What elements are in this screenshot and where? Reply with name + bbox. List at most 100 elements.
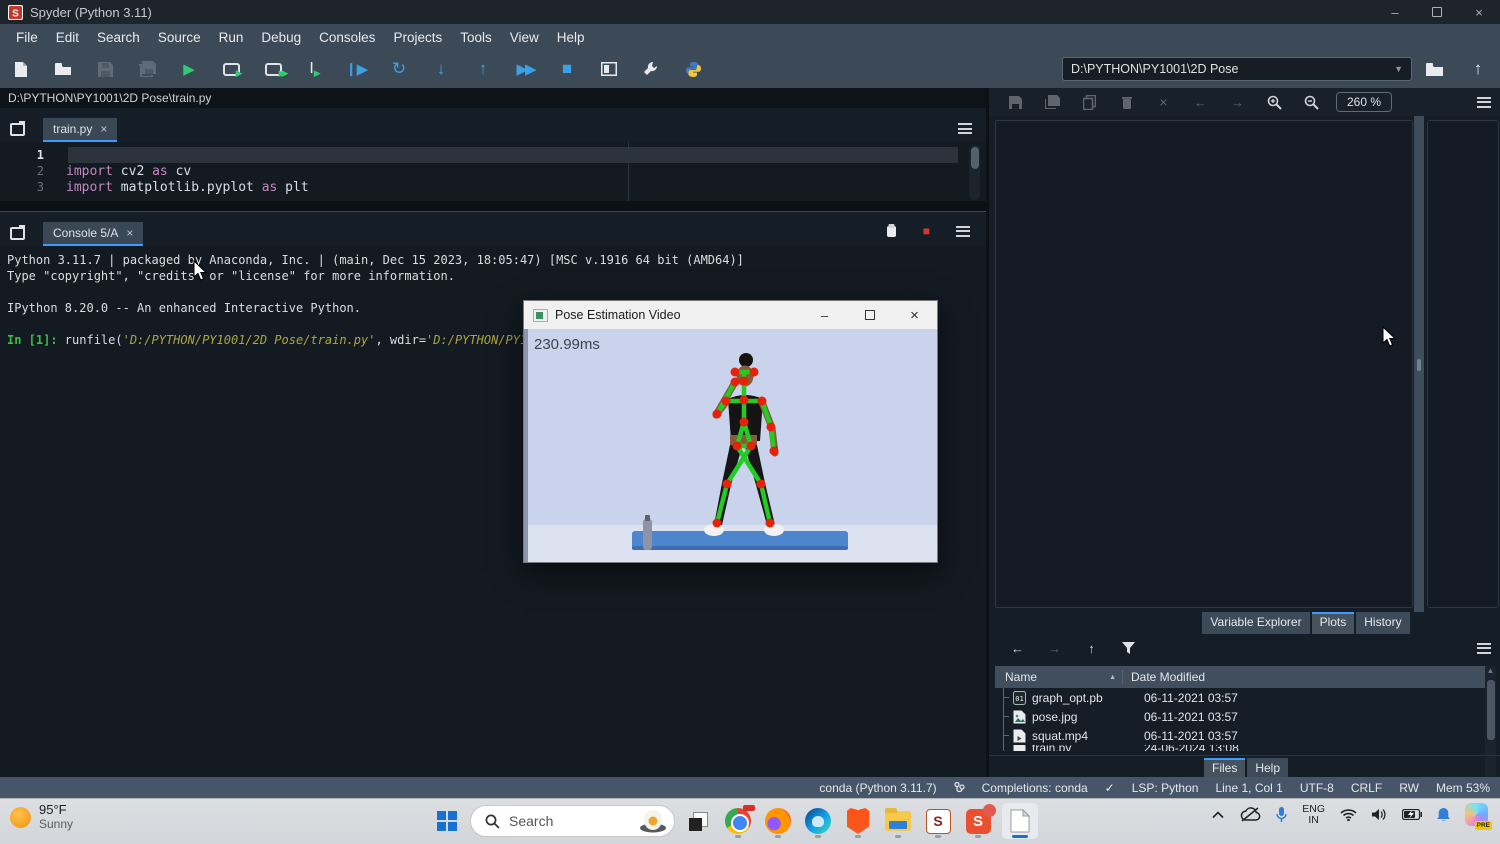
start-button[interactable] xyxy=(430,803,464,839)
window-close-button[interactable]: × xyxy=(1458,0,1500,24)
window-restore-button[interactable] xyxy=(1416,0,1458,24)
previous-plot-icon: ← xyxy=(1182,88,1219,116)
svg-text:S: S xyxy=(12,8,19,19)
maximize-pane-icon[interactable] xyxy=(588,50,630,88)
tab-help[interactable]: Help xyxy=(1247,758,1288,777)
file-row-squat-mp4[interactable]: squat.mp4 06-11-2021 03:57 xyxy=(995,726,1475,745)
tab-files[interactable]: Files xyxy=(1204,758,1245,777)
pane-splitter[interactable] xyxy=(0,201,986,212)
speaker-icon[interactable] xyxy=(1372,808,1387,821)
menu-file[interactable]: File xyxy=(7,30,47,45)
plots-body xyxy=(989,116,1500,612)
menu-projects[interactable]: Projects xyxy=(384,30,451,45)
menu-debug[interactable]: Debug xyxy=(252,30,310,45)
run-selection-icon[interactable]: I▶ xyxy=(294,50,336,88)
firefox-taskbar-button[interactable] xyxy=(761,803,795,839)
pose-maximize-button[interactable] xyxy=(847,301,892,329)
file-row-pose-jpg[interactable]: pose.jpg 06-11-2021 03:57 xyxy=(995,707,1475,726)
status-interpreter[interactable]: conda (Python 3.11.7) xyxy=(819,781,936,795)
sublime-icon: S xyxy=(966,809,991,834)
sublime-taskbar-button[interactable]: S xyxy=(961,803,995,839)
file-row-graph-opt[interactable]: 01 graph_opt.pb 06-11-2021 03:57 xyxy=(995,688,1475,707)
chrome-taskbar-button[interactable] xyxy=(721,803,755,839)
weather-widget[interactable]: 95°F Sunny xyxy=(10,803,73,831)
files-back-icon[interactable]: ← xyxy=(999,634,1036,662)
remove-variables-icon[interactable] xyxy=(886,224,897,238)
menu-run[interactable]: Run xyxy=(210,30,253,45)
files-options-icon[interactable] xyxy=(1477,643,1491,654)
preferences-wrench-icon[interactable] xyxy=(630,50,672,88)
menu-search[interactable]: Search xyxy=(88,30,149,45)
continue-icon[interactable]: ▶▶ xyxy=(504,50,546,88)
statusbar: conda (Python 3.11.7) Completions: conda… xyxy=(0,777,1500,798)
battery-icon[interactable] xyxy=(1402,809,1422,820)
console-options-icon[interactable] xyxy=(956,226,970,237)
editor-options-icon[interactable] xyxy=(958,123,972,134)
close-console-icon[interactable]: × xyxy=(126,226,133,240)
run-file-icon[interactable]: ▶ xyxy=(168,50,210,88)
tab-console-5a[interactable]: Console 5/A × xyxy=(43,222,143,246)
plots-view-area xyxy=(995,120,1413,608)
latency-overlay: 230.99ms xyxy=(534,336,600,353)
window-minimize-button[interactable]: – xyxy=(1374,0,1416,24)
interrupt-kernel-icon[interactable]: ■ xyxy=(923,224,930,238)
active-window-taskbar-button[interactable] xyxy=(1001,803,1039,839)
browse-consoles-icon[interactable] xyxy=(10,227,25,240)
files-parent-icon[interactable]: ↑ xyxy=(1073,634,1110,662)
pose-minimize-button[interactable]: – xyxy=(802,301,847,329)
files-forward-icon: → xyxy=(1036,634,1073,662)
plots-options-icon[interactable] xyxy=(1477,97,1491,108)
brave-taskbar-button[interactable] xyxy=(841,803,875,839)
tab-train-py[interactable]: train.py × xyxy=(43,118,117,142)
debug-file-icon[interactable]: ❙▶ xyxy=(336,50,378,88)
taskbar-search[interactable]: Search xyxy=(470,805,675,837)
run-cell-advance-icon[interactable]: ▶▶ xyxy=(252,50,294,88)
parent-directory-icon[interactable]: ↑ xyxy=(1456,50,1500,88)
spyder-taskbar-button[interactable]: S xyxy=(921,803,955,839)
rerun-icon[interactable]: ↻ xyxy=(378,50,420,88)
pose-close-button[interactable]: × xyxy=(892,301,937,329)
menu-help[interactable]: Help xyxy=(548,30,594,45)
task-view-icon xyxy=(689,812,708,831)
pose-window-titlebar[interactable]: Pose Estimation Video – × xyxy=(524,301,937,329)
close-tab-icon[interactable]: × xyxy=(100,122,107,136)
microphone-icon[interactable] xyxy=(1276,807,1287,823)
file-row-partial[interactable]: train.py 24-06-2024 13:08 xyxy=(995,745,1475,751)
open-file-icon[interactable] xyxy=(42,50,84,88)
language-indicator[interactable]: ENGIN xyxy=(1302,804,1325,826)
step-into-icon[interactable]: ↓ xyxy=(420,50,462,88)
edge-taskbar-button[interactable] xyxy=(801,803,835,839)
tab-variable-explorer[interactable]: Variable Explorer xyxy=(1202,612,1309,634)
step-return-icon[interactable]: ↑ xyxy=(462,50,504,88)
column-name[interactable]: Name ▲ xyxy=(995,670,1122,684)
menu-tools[interactable]: Tools xyxy=(451,30,501,45)
browse-tabs-icon[interactable] xyxy=(10,123,25,136)
task-view-button[interactable] xyxy=(681,803,715,839)
browse-directory-icon[interactable] xyxy=(1412,50,1456,88)
editor-scrollbar[interactable] xyxy=(969,145,980,200)
menu-edit[interactable]: Edit xyxy=(47,30,88,45)
menu-view[interactable]: View xyxy=(501,30,548,45)
zoom-out-icon[interactable] xyxy=(1293,88,1330,116)
onedrive-paused-icon[interactable] xyxy=(1239,807,1261,822)
column-date-modified[interactable]: Date Modified xyxy=(1122,670,1205,684)
menu-source[interactable]: Source xyxy=(149,30,210,45)
new-file-icon[interactable] xyxy=(0,50,42,88)
tab-history[interactable]: History xyxy=(1356,612,1409,634)
file-explorer-taskbar-button[interactable] xyxy=(881,803,915,839)
menu-consoles[interactable]: Consoles xyxy=(310,30,384,45)
zoom-in-icon[interactable] xyxy=(1256,88,1293,116)
wifi-icon[interactable] xyxy=(1340,808,1357,821)
working-directory-combobox[interactable]: D:\PYTHON\PY1001\2D Pose▼ xyxy=(1062,57,1412,81)
tray-chevron-up-icon[interactable] xyxy=(1212,811,1224,819)
pose-estimation-window[interactable]: Pose Estimation Video – × 230.99ms xyxy=(523,300,938,563)
notification-bell-icon[interactable] xyxy=(1437,807,1450,822)
plots-scrollbar[interactable] xyxy=(1414,116,1424,612)
tab-plots[interactable]: Plots xyxy=(1312,612,1355,634)
stop-debug-icon[interactable]: ■ xyxy=(546,50,588,88)
chevron-down-icon[interactable]: ▼ xyxy=(1394,64,1403,74)
copilot-icon[interactable]: PRE xyxy=(1465,803,1488,826)
run-cell-icon[interactable]: ▶ xyxy=(210,50,252,88)
files-filter-icon[interactable] xyxy=(1110,634,1147,662)
python-env-icon[interactable] xyxy=(672,50,714,88)
